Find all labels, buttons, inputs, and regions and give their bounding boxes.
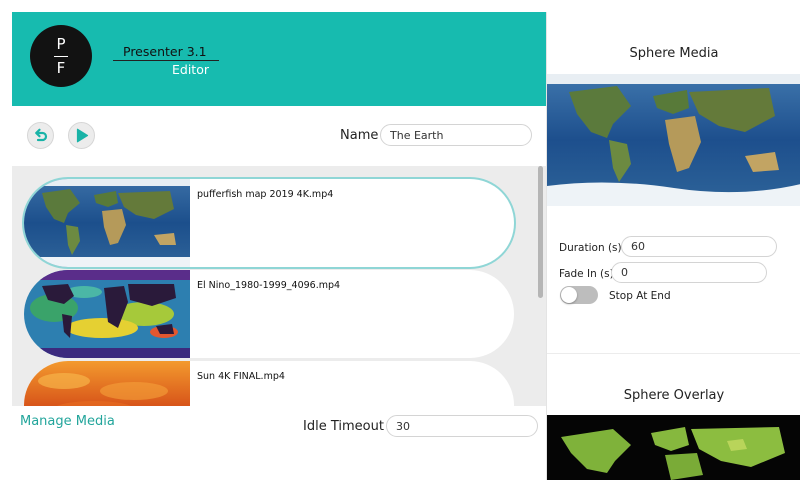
logo-divider [54, 56, 68, 57]
name-input[interactable] [380, 124, 532, 146]
sphere-overlay-title: Sphere Overlay [623, 388, 725, 403]
undo-arrow-icon [35, 128, 48, 142]
back-button[interactable] [27, 122, 54, 149]
media-item-name: El Nino_1980-1999_4096.mp4 [197, 280, 341, 291]
sun-surface-thumbnail [24, 361, 190, 406]
media-item-el-nino[interactable]: El Nino_1980-1999_4096.mp4 [24, 270, 514, 358]
sphere-media-title: Sphere Media [629, 46, 719, 61]
play-icon [76, 128, 89, 143]
fade-in-label: Fade In (s) [559, 268, 614, 280]
fade-in-input[interactable] [611, 262, 767, 283]
list-scrollbar[interactable] [538, 166, 543, 298]
duration-label: Duration (s) [559, 242, 622, 254]
idle-timeout-input[interactable] [386, 415, 538, 437]
pf-logo: P F [30, 25, 92, 87]
logo-letter-top: P [56, 35, 66, 53]
earth-map-thumbnail [24, 179, 190, 267]
media-item-sun[interactable]: Sun 4K FINAL.mp4 [24, 361, 514, 406]
app-title: Presenter 3.1 [123, 44, 207, 59]
section-divider [547, 353, 800, 354]
title-underline [113, 60, 219, 61]
name-label: Name [340, 128, 379, 143]
duration-input[interactable] [621, 236, 777, 257]
play-button[interactable] [68, 122, 95, 149]
sphere-media-image [547, 74, 800, 206]
right-panel: Sphere Media Duration (s) Fade In (s) St… [546, 12, 800, 480]
toggle-knob [561, 287, 577, 303]
sphere-overlay-image [547, 415, 800, 480]
stop-at-end-label: Stop At End [609, 290, 671, 302]
app-header: P F Presenter 3.1 Editor [12, 12, 546, 106]
manage-media-link[interactable]: Manage Media [20, 414, 115, 429]
stop-at-end-toggle[interactable] [560, 286, 598, 304]
media-item-name: Sun 4K FINAL.mp4 [197, 371, 285, 382]
el-nino-map-thumbnail [24, 270, 190, 358]
idle-timeout-label: Idle Timeout [303, 419, 384, 434]
media-item-name: pufferfish map 2019 4K.mp4 [197, 189, 334, 200]
app-subtitle: Editor [172, 62, 209, 77]
media-list[interactable]: pufferfish map 2019 4K.mp4 El Nino_1980-… [12, 166, 546, 406]
media-item-pufferfish[interactable]: pufferfish map 2019 4K.mp4 [24, 179, 514, 267]
logo-letter-bottom: F [56, 59, 66, 77]
